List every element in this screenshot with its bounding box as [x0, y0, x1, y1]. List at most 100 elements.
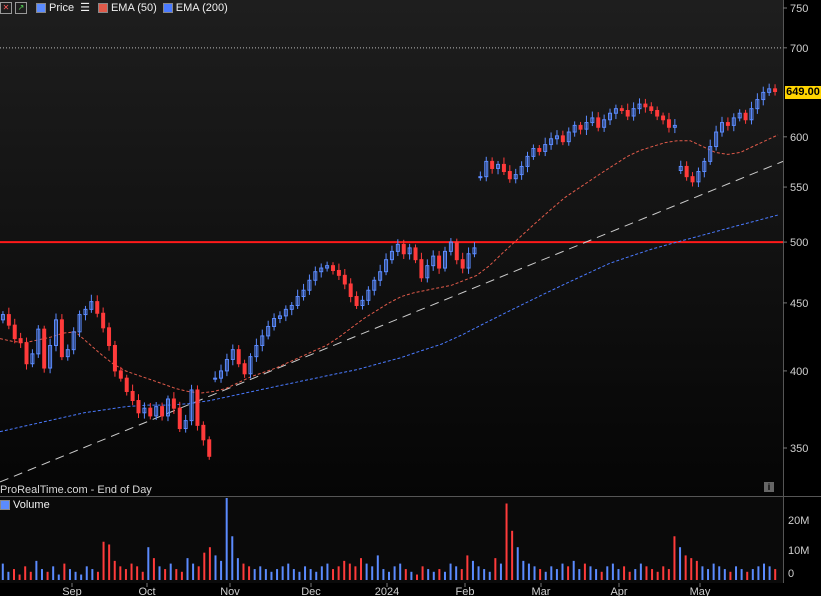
- candle-body: [201, 424, 206, 441]
- candle-body: [437, 255, 442, 269]
- x-tick-label: Nov: [220, 586, 240, 596]
- candle-body: [213, 377, 218, 380]
- legend: ✕ ↗ Price ☰ EMA (50) EMA (200): [0, 0, 234, 15]
- candle-body: [331, 265, 336, 271]
- y-tick-label: 400: [790, 366, 808, 378]
- y-tick-label: 750: [790, 3, 808, 15]
- candle-body: [401, 243, 406, 255]
- legend-item-menu[interactable]: ☰: [80, 1, 92, 14]
- x-tick-label: Feb: [456, 586, 475, 596]
- volume-tick-label: 10M: [788, 545, 809, 557]
- volume-swatch-icon: [0, 499, 10, 510]
- y-tick-label: 550: [790, 182, 808, 194]
- candle-body: [336, 269, 341, 276]
- candle-body: [537, 147, 542, 152]
- x-tick-label: Mar: [532, 586, 551, 596]
- y-tick-label: 350: [790, 443, 808, 455]
- x-tick-label: Apr: [610, 586, 627, 596]
- candle-body: [578, 124, 583, 130]
- volume-pane-background: [0, 497, 783, 583]
- candle-body: [655, 109, 660, 117]
- candle-body: [413, 247, 418, 261]
- candle-body: [501, 163, 506, 173]
- legend-item-settings[interactable]: ✕ ↗: [0, 1, 30, 14]
- candle-body: [160, 406, 165, 417]
- y-tick-label: 700: [790, 43, 808, 55]
- candle-body: [136, 400, 141, 414]
- candle-body: [690, 176, 695, 183]
- x-tick-label: Sep: [62, 586, 82, 596]
- legend-volume-label: Volume: [13, 498, 50, 511]
- price-chart: 750 700 600 550 500 450 400 350 Sep Oct Nov Dec 202…: [0, 0, 821, 596]
- watermark: ProRealTime.com - End of Day: [0, 484, 152, 496]
- volume-legend[interactable]: Volume: [0, 497, 50, 512]
- y-tick-label: 500: [790, 237, 808, 249]
- volume-tick-label: 20M: [788, 515, 809, 527]
- candle-body: [560, 135, 565, 143]
- candle-body: [625, 109, 630, 117]
- candle-body: [490, 160, 495, 169]
- legend-item-ema50[interactable]: EMA (50): [97, 1, 157, 14]
- candle-body: [596, 117, 601, 128]
- candle-body: [354, 296, 359, 306]
- candle-body: [107, 327, 112, 346]
- x-tick-label: 2024: [375, 586, 399, 596]
- candle-body: [666, 119, 671, 128]
- legend-item-ema200[interactable]: EMA (200): [162, 1, 228, 14]
- legend-item-price[interactable]: Price: [36, 2, 74, 14]
- y-tick-label: 600: [790, 132, 808, 144]
- volume-axis: 20M 10M 0: [788, 515, 809, 580]
- legend-ema200-label: EMA (200): [175, 1, 228, 14]
- x-tick-label: Oct: [138, 586, 155, 596]
- candle-body: [59, 319, 64, 358]
- candle-body: [684, 165, 689, 178]
- y-tick-label: 450: [790, 298, 808, 310]
- ema200-swatch-icon: [162, 2, 173, 13]
- price-swatch-icon: [36, 2, 46, 13]
- candle-body: [112, 344, 117, 372]
- candle-body: [725, 122, 730, 126]
- x-axis: Sep Oct Nov Dec 2024 Feb Mar Apr May: [62, 583, 711, 596]
- candle-body: [643, 103, 648, 108]
- y-axis: 750 700 600 550 500 450 400 350: [783, 3, 808, 455]
- candle-body: [118, 370, 123, 379]
- candle-body: [6, 314, 11, 326]
- candle-body: [649, 106, 654, 111]
- candle-body: [342, 274, 347, 285]
- volume-tick-label: 0: [788, 568, 794, 580]
- candle-body: [18, 338, 23, 344]
- x-tick-label: May: [690, 586, 711, 596]
- candle-body: [454, 241, 459, 261]
- last-price-tag: 649.00: [785, 86, 821, 99]
- close-icon[interactable]: ✕: [0, 1, 12, 14]
- candle-body: [42, 328, 47, 369]
- candle-body: [419, 259, 424, 279]
- candle-body: [95, 301, 100, 314]
- candle-body: [507, 171, 512, 180]
- candle-body: [148, 407, 153, 417]
- candle-body: [195, 389, 200, 426]
- candle-body: [171, 398, 176, 409]
- candle-body: [619, 108, 624, 111]
- menu-icon[interactable]: ☰: [80, 1, 90, 14]
- candle-body: [101, 312, 106, 329]
- candle-body: [207, 439, 212, 457]
- candle-body: [24, 342, 29, 365]
- expand-icon[interactable]: ↗: [15, 1, 27, 14]
- legend-ema50-label: EMA (50): [110, 1, 157, 14]
- candle-body: [242, 363, 247, 375]
- candle-body: [124, 377, 129, 392]
- candle-body: [177, 407, 182, 430]
- x-tick-label: Dec: [301, 586, 321, 596]
- ema50-swatch-icon: [97, 2, 108, 13]
- legend-price-label: Price: [49, 1, 75, 14]
- candle-body: [460, 259, 465, 269]
- candle-body: [236, 349, 241, 365]
- info-icon[interactable]: i: [764, 482, 774, 492]
- candle-body: [773, 88, 778, 93]
- candle-body: [12, 324, 17, 340]
- candle-body: [348, 283, 353, 298]
- candle-body: [478, 176, 483, 179]
- candle-body: [130, 390, 135, 402]
- candle-body: [743, 112, 748, 121]
